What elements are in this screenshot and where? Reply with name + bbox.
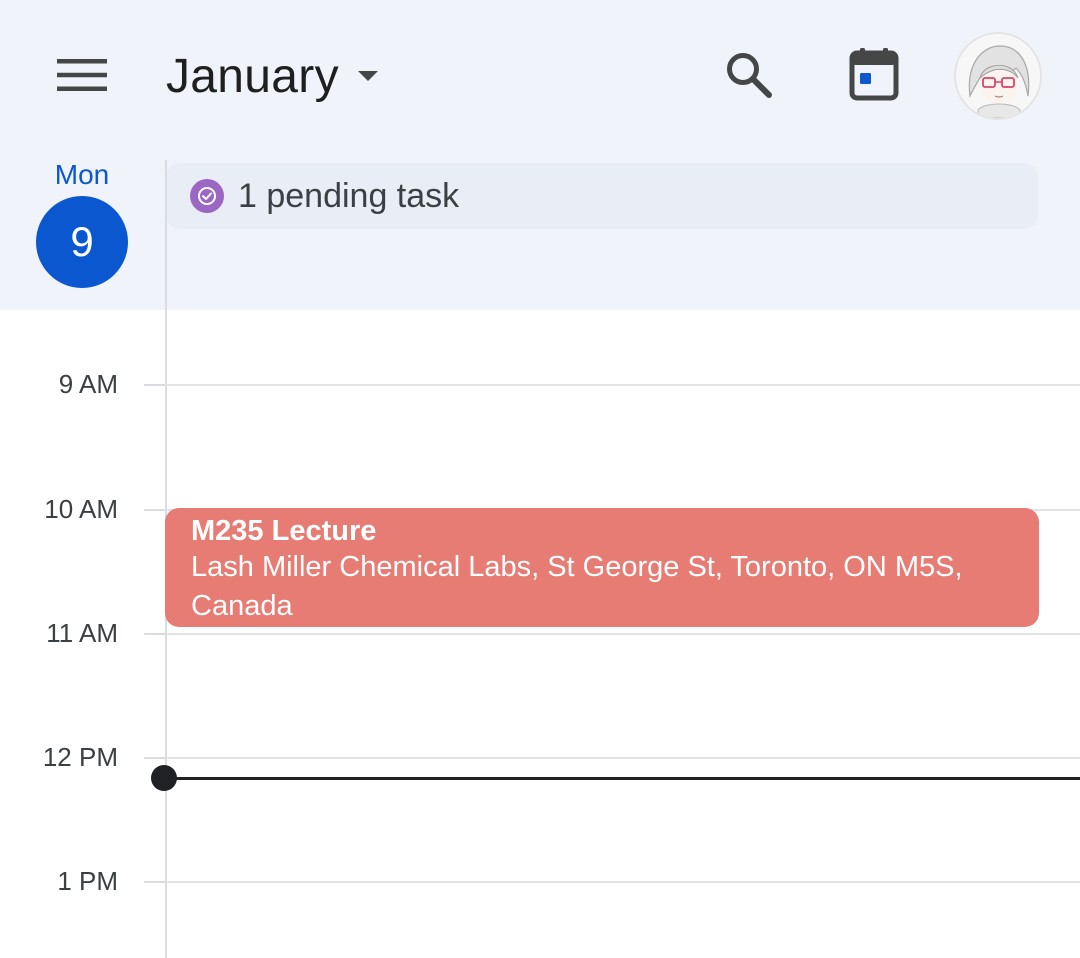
pending-task-label: 1 pending task (238, 176, 460, 215)
pending-task-chip[interactable]: 1 pending task (166, 163, 1038, 229)
hour-gridline-1pm[interactable] (166, 881, 1080, 883)
user-avatar[interactable] (956, 34, 1040, 118)
hour-gridline-11am[interactable] (166, 633, 1080, 635)
app-header: January Mon 9 1 pending task (0, 0, 1080, 310)
hour-tick (144, 384, 166, 386)
hour-tick (144, 509, 166, 511)
current-time-dot (151, 765, 177, 791)
month-label: January (166, 49, 339, 103)
hour-label-1pm: 1 PM (57, 866, 118, 896)
search-button[interactable] (714, 42, 784, 112)
hour-label-10am: 10 AM (44, 494, 118, 524)
event-title: M235 Lecture (191, 515, 377, 547)
hour-label-11am: 11 AM (46, 618, 118, 648)
hour-tick (144, 757, 166, 759)
day-header: Mon 9 (30, 158, 134, 288)
hour-tick (144, 633, 166, 635)
hour-tick (144, 881, 166, 883)
search-icon (724, 50, 774, 105)
hour-gridline-12pm[interactable] (166, 757, 1080, 759)
task-check-icon (190, 179, 224, 213)
calendar-today-icon (849, 47, 899, 106)
hour-label-9am: 9 AM (58, 369, 118, 399)
hour-label-12pm: 12 PM (42, 742, 118, 772)
calendar-app: January Mon 9 1 pending task 9 AM 10 AM … (0, 0, 1080, 958)
today-button[interactable] (838, 40, 910, 112)
date-badge[interactable]: 9 (36, 196, 128, 288)
month-selector[interactable]: January (166, 44, 383, 108)
current-time-line (166, 777, 1080, 780)
event-card-m235-lecture[interactable]: M235 Lecture Lash Miller Chemical Labs, … (165, 508, 1039, 627)
caret-down-icon (353, 61, 383, 91)
event-location: Lash Miller Chemical Labs, St George St,… (191, 551, 963, 622)
weekday-label: Mon (54, 159, 110, 190)
hour-gridline-9am[interactable] (166, 384, 1080, 386)
hamburger-menu-icon[interactable] (50, 50, 114, 100)
